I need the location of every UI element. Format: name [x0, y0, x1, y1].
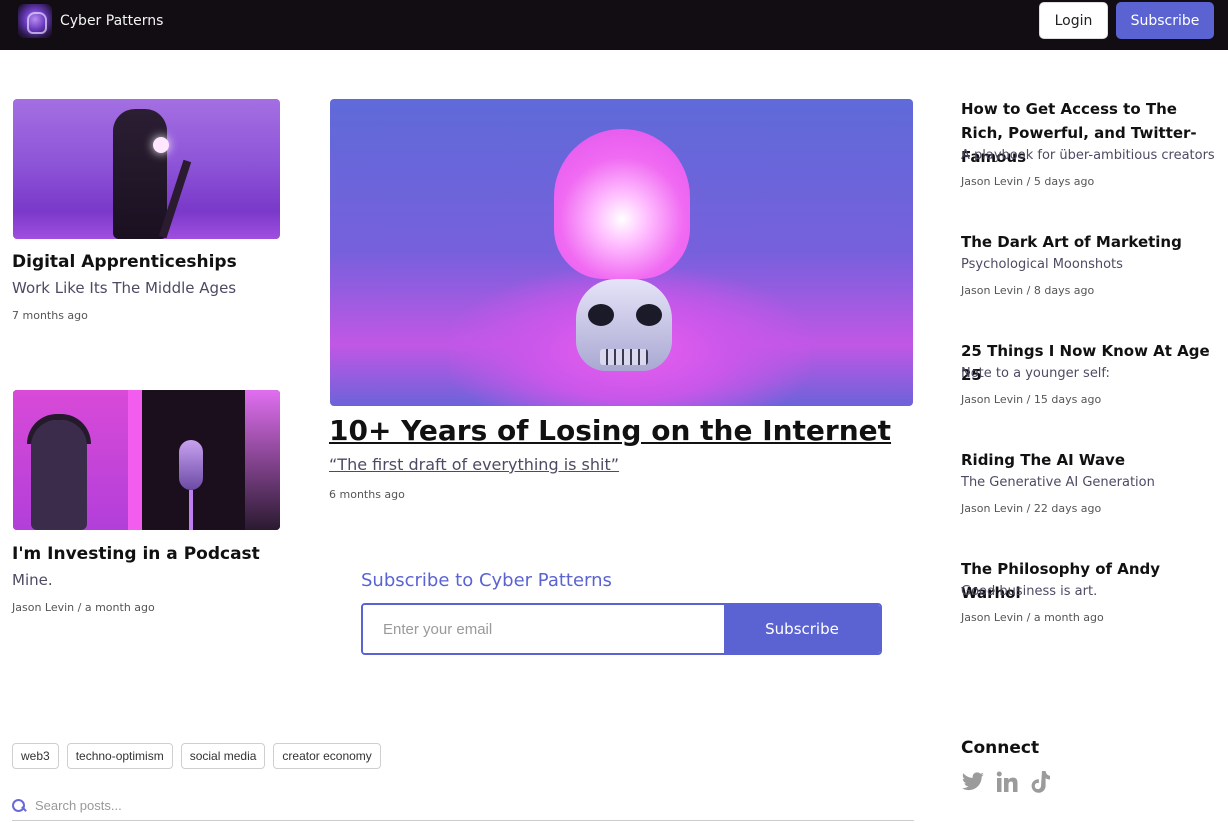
subscribe-submit-button[interactable]: Subscribe	[724, 605, 880, 653]
tag-chip[interactable]: social media	[180, 743, 266, 769]
side-post-subtitle: The Generative AI Generation	[961, 475, 1155, 490]
featured-subtitle[interactable]: “The first draft of everything is shit”	[329, 455, 619, 474]
social-links	[961, 770, 1053, 794]
skull-eye	[636, 304, 662, 326]
side-post-subtitle: Note to a younger self:	[961, 366, 1110, 381]
tiktok-icon[interactable]	[1029, 770, 1053, 794]
subscribe-form: Subscribe	[361, 603, 882, 655]
post-thumbnail-knight[interactable]	[13, 99, 280, 239]
tag-chip[interactable]: techno-optimism	[66, 743, 173, 769]
email-field[interactable]	[363, 605, 724, 653]
side-post-meta: Jason Levin / 15 days ago	[961, 393, 1102, 406]
post-subtitle: Mine.	[12, 571, 53, 589]
skull-eye	[588, 304, 614, 326]
post-title[interactable]: Digital Apprenticeships	[12, 252, 237, 272]
tag-list: web3 techno-optimism social media creato…	[12, 743, 381, 769]
side-post-subtitle: A playbook for über-ambitious creators	[961, 148, 1215, 163]
side-post-meta: Jason Levin / 5 days ago	[961, 175, 1095, 188]
microphone-shape	[179, 440, 203, 490]
connect-heading: Connect	[961, 738, 1040, 758]
side-post-meta: Jason Levin / 22 days ago	[961, 502, 1102, 515]
brand-name: Cyber Patterns	[60, 13, 164, 29]
post-meta: 7 months ago	[12, 309, 88, 322]
lightbulb-shape	[554, 129, 690, 279]
side-post-subtitle: Good business is art.	[961, 584, 1098, 599]
side-post-title[interactable]: Riding The AI Wave	[961, 448, 1221, 472]
post-subtitle: Work Like Its The Middle Ages	[12, 279, 237, 297]
featured-meta: 6 months ago	[329, 488, 405, 501]
linkedin-icon[interactable]	[995, 770, 1019, 794]
side-post-title[interactable]: The Dark Art of Marketing	[961, 230, 1221, 254]
podcast-divider	[128, 390, 142, 530]
robot-figure	[31, 420, 87, 530]
podcast-panel-right	[245, 390, 280, 530]
skull-teeth	[600, 349, 648, 365]
knight-figure	[113, 109, 167, 239]
login-button[interactable]: Login	[1039, 2, 1108, 39]
glow-shape	[153, 137, 169, 153]
subscribe-heading: Subscribe to Cyber Patterns	[361, 570, 612, 591]
brand-link[interactable]: Cyber Patterns	[18, 4, 163, 38]
tag-chip[interactable]: creator economy	[273, 743, 381, 769]
top-navbar: Cyber Patterns Login Subscribe	[0, 0, 1228, 50]
post-title[interactable]: I'm Investing in a Podcast	[12, 544, 260, 564]
side-post-meta: Jason Levin / 8 days ago	[961, 284, 1095, 297]
post-thumbnail-podcast[interactable]	[13, 390, 280, 530]
search-icon	[12, 799, 25, 812]
search-bar	[12, 791, 914, 821]
mic-stand-shape	[189, 490, 193, 530]
featured-image[interactable]	[330, 99, 913, 406]
side-post-meta: Jason Levin / a month ago	[961, 611, 1104, 624]
post-meta: Jason Levin / a month ago	[12, 601, 155, 614]
subscribe-button-top[interactable]: Subscribe	[1116, 2, 1214, 39]
twitter-icon[interactable]	[961, 770, 985, 794]
search-input[interactable]	[35, 798, 895, 813]
site-logo	[18, 4, 52, 38]
tag-chip[interactable]: web3	[12, 743, 59, 769]
side-post-subtitle: Psychological Moonshots	[961, 257, 1123, 272]
featured-title[interactable]: 10+ Years of Losing on the Internet	[329, 414, 891, 447]
